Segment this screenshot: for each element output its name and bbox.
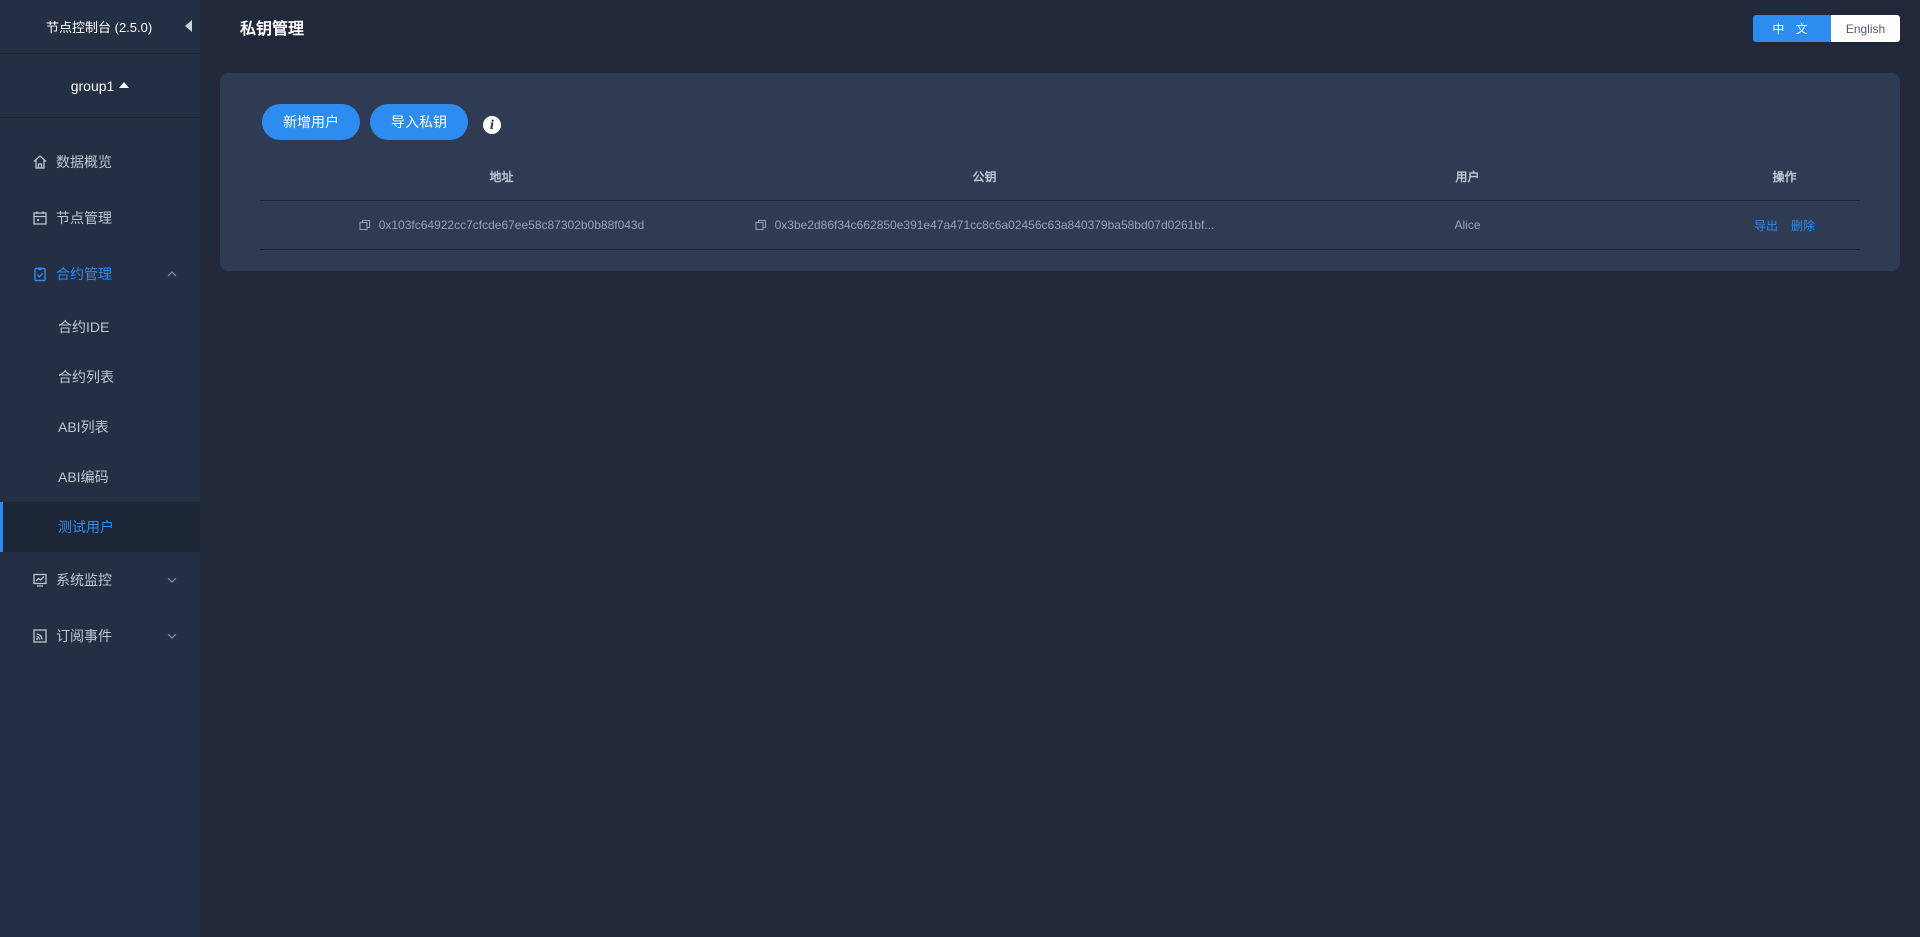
submenu-item-contract-list[interactable]: 合约列表: [0, 352, 200, 402]
menu-label: 合约管理: [56, 266, 112, 282]
table-row: 0x103fc64922cc7cfcde67ee58c87302b0b88f04…: [260, 201, 1860, 250]
table-header: 地址 公钥 用户 操作: [260, 153, 1860, 201]
public-key-cell: 0x3be2d86f34c662850e391e47a471cc8c6a0245…: [743, 218, 1226, 232]
address-cell: 0x103fc64922cc7cfcde67ee58c87302b0b88f04…: [260, 218, 743, 232]
actions-cell: 导出 删除: [1709, 217, 1860, 234]
chevron-down-icon: [167, 633, 177, 639]
column-header-address: 地址: [489, 170, 514, 184]
chevron-up-icon: [167, 271, 177, 277]
submenu-item-abi-list[interactable]: ABI列表: [0, 402, 200, 452]
user-value: Alice: [1454, 218, 1481, 232]
page-title: 私钥管理: [240, 21, 305, 38]
column-header-public-key: 公钥: [972, 170, 997, 184]
menu-label: 数据概览: [56, 154, 112, 170]
lang-english-button[interactable]: English: [1831, 15, 1900, 42]
column-header-user: 用户: [1455, 170, 1480, 184]
menu-item-contracts[interactable]: 合约管理: [0, 246, 200, 302]
lang-chinese-button[interactable]: 中 文: [1753, 15, 1831, 42]
rss-icon: [32, 628, 48, 644]
menu-item-nodes[interactable]: 节点管理: [0, 190, 200, 246]
clipboard-check-icon: [32, 266, 48, 282]
public-key-value: 0x3be2d86f34c662850e391e47a471cc8c6a0245…: [774, 218, 1215, 232]
monitor-icon: [32, 572, 48, 588]
calendar-icon: [32, 210, 48, 226]
delete-link[interactable]: 删除: [1791, 217, 1815, 234]
address-value: 0x103fc64922cc7cfcde67ee58c87302b0b88f04…: [378, 218, 645, 232]
copy-icon[interactable]: [755, 219, 767, 231]
submenu-item-contract-ide[interactable]: 合约IDE: [0, 302, 200, 352]
export-link[interactable]: 导出: [1754, 217, 1778, 234]
sidebar-header: 节点控制台 (2.5.0): [0, 0, 200, 54]
app-title: 节点控制台 (2.5.0): [46, 20, 153, 35]
user-cell: Alice: [1226, 218, 1709, 232]
info-icon[interactable]: i: [483, 116, 501, 134]
language-switch: 中 文 English: [1753, 15, 1900, 42]
import-key-button[interactable]: 导入私钥: [370, 104, 468, 140]
menu-label: 节点管理: [56, 210, 112, 226]
users-table: 地址 公钥 用户 操作 0x103fc64922cc7cfcde67ee58c8…: [260, 153, 1860, 250]
key-management-card: 新增用户 导入私钥 i 地址 公钥 用户 操作 0x103fc64922cc7c…: [220, 73, 1900, 271]
home-icon: [32, 154, 48, 170]
group-label: group1: [70, 77, 115, 94]
copy-icon[interactable]: [359, 219, 371, 231]
menu-item-monitoring[interactable]: 系统监控: [0, 552, 200, 608]
submenu-label: 合约列表: [58, 369, 114, 385]
submenu-label: 合约IDE: [58, 319, 110, 335]
collapse-sidebar-icon[interactable]: [185, 20, 192, 32]
menu-item-events[interactable]: 订阅事件: [0, 608, 200, 664]
menu-label: 系统监控: [56, 572, 112, 588]
chevron-down-icon: [167, 577, 177, 583]
sidebar-menu: 数据概览 节点管理 合约管理 合约IDE 合约列表 ABI列表 ABI编码 测试…: [0, 134, 200, 664]
column-header-actions: 操作: [1772, 170, 1797, 184]
submenu-label: 测试用户: [58, 519, 114, 535]
submenu-item-abi-encode[interactable]: ABI编码: [0, 452, 200, 502]
submenu-label: ABI列表: [58, 419, 109, 435]
menu-item-overview[interactable]: 数据概览: [0, 134, 200, 190]
caret-up-icon: [119, 81, 130, 88]
add-user-button[interactable]: 新增用户: [262, 104, 360, 140]
sidebar: 节点控制台 (2.5.0) group1 数据概览 节点管理 合约管理 合约ID…: [0, 0, 200, 937]
group-selector[interactable]: group1: [0, 54, 200, 118]
menu-label: 订阅事件: [56, 628, 112, 644]
submenu-label: ABI编码: [58, 469, 109, 485]
submenu-item-test-users[interactable]: 测试用户: [0, 502, 200, 552]
